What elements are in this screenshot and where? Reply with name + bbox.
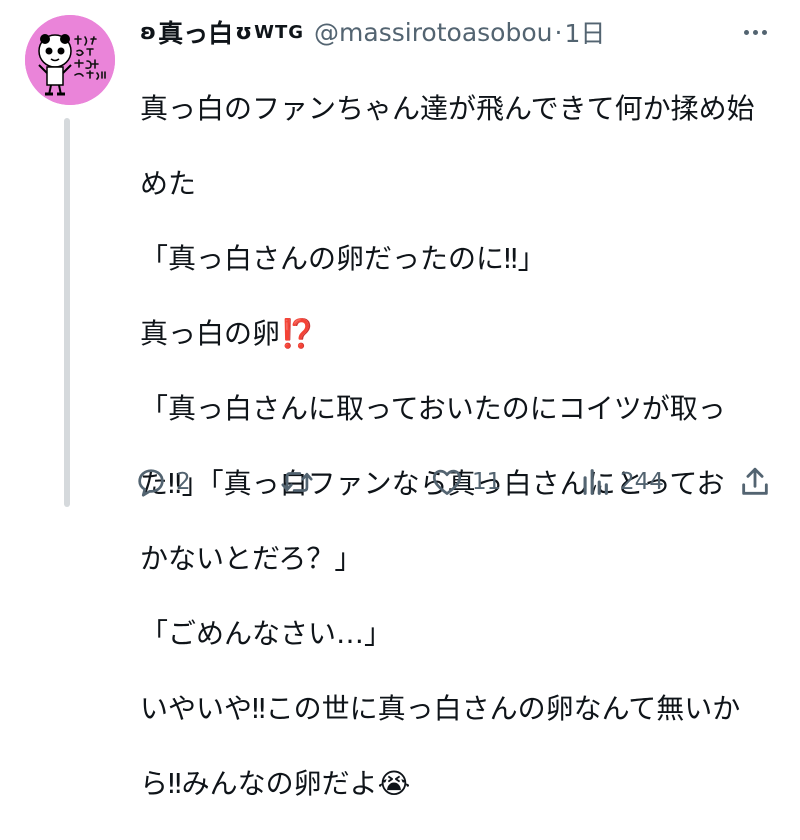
author-name: 真っ白: [158, 19, 234, 48]
action-bar: 2 11 244: [134, 462, 774, 502]
tweet-line: 真っ白の卵⁉️: [140, 316, 315, 350]
tweet-line: 「ごめんなさい…」: [140, 616, 393, 650]
like-count: 11: [472, 469, 502, 495]
tweet-line: ら‼みんなの卵だよ😭: [140, 766, 411, 800]
avatar-art: [25, 15, 115, 105]
more-icon: [743, 29, 749, 35]
views-count: 244: [620, 469, 664, 495]
retweet-button[interactable]: [280, 462, 322, 502]
views-button[interactable]: 244: [578, 462, 664, 502]
tweet-line: かないとだろ？」: [140, 541, 363, 575]
reply-button[interactable]: 2: [134, 462, 191, 502]
retweet-icon: [281, 472, 313, 492]
like-button[interactable]: 11: [430, 462, 501, 502]
tweet-line: 「真っ白さんに取っておいたのにコイツが取っ: [140, 391, 726, 425]
timestamp[interactable]: 1日: [564, 14, 605, 50]
prefix-emblem: ʚ: [140, 19, 157, 45]
reply-icon: [138, 469, 164, 497]
tweet-header: ʚ 真っ白 ʊ WTG @massirotoasobou · 1日: [140, 12, 740, 52]
author-handle[interactable]: @massirotoasobou: [314, 18, 552, 47]
heart-icon: [432, 469, 462, 495]
suffix-emblem: ʊ: [235, 19, 253, 45]
tweet-line: いやいや‼この世に真っ白さんの卵なんて無いか: [140, 691, 741, 725]
tweet-line: 「真っ白さんの卵だったのに‼」: [140, 241, 546, 275]
share-button[interactable]: [738, 462, 772, 502]
share-icon: [742, 467, 768, 495]
header-separator: ·: [554, 17, 563, 47]
display-name[interactable]: ʚ 真っ白 ʊ WTG: [140, 14, 304, 50]
tweet-line: めた: [140, 166, 197, 200]
tweet-line: 真っ白のファンちゃん達が飛んできて何か揉め始: [140, 91, 755, 125]
author-tag: WTG: [254, 21, 305, 43]
views-icon: [583, 469, 608, 495]
tweet-text: 真っ白のファンちゃん達が飛んできて何か揉め始 めた 「真っ白さんの卵だったのに‼…: [140, 52, 780, 840]
more-button[interactable]: [740, 22, 770, 42]
avatar[interactable]: [25, 15, 115, 105]
reply-count: 2: [176, 469, 191, 495]
thread-line: [64, 118, 70, 507]
